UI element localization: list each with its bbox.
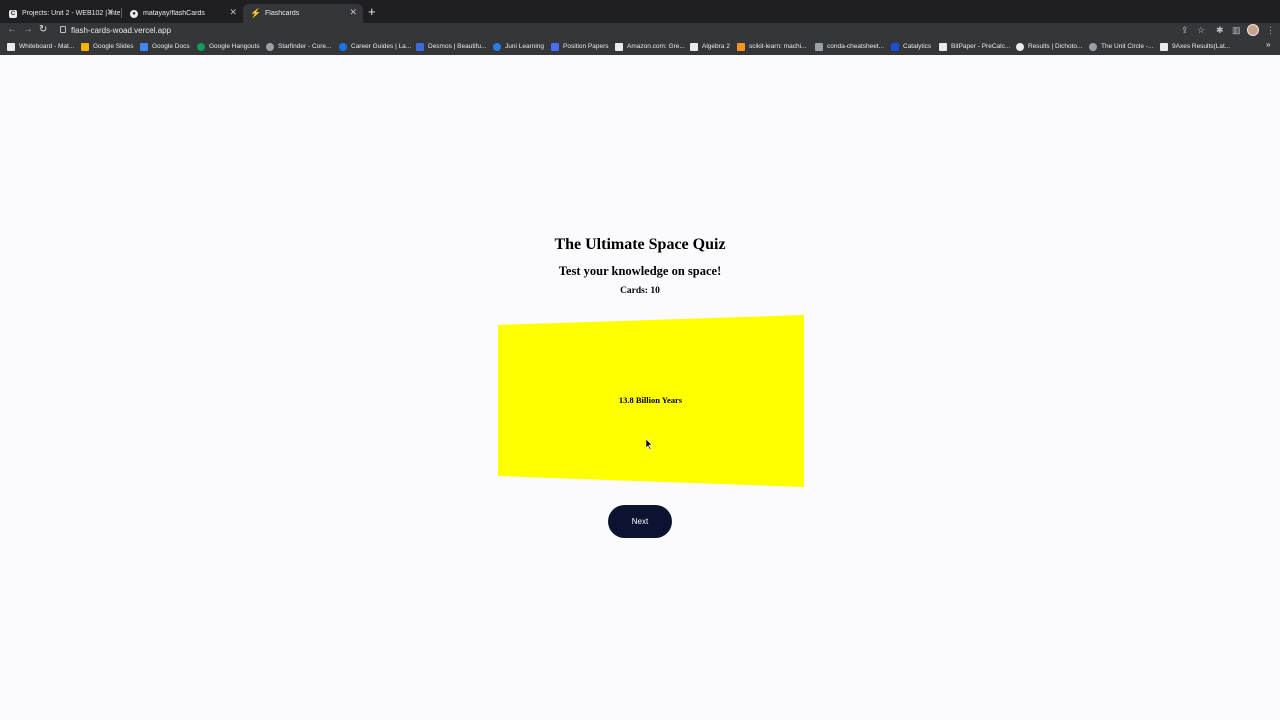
- globe-icon: [266, 42, 274, 51]
- hangouts-icon: [197, 42, 205, 51]
- bookmark-item[interactable]: Desmos | Beautifu...: [416, 41, 486, 52]
- close-icon[interactable]: ✕: [106, 7, 114, 18]
- tab-codepath[interactable]: C Projects: Unit 2 - WEB102 | Inte ✕: [0, 4, 120, 23]
- bookmark-item[interactable]: 9Axes Results(Lat...: [1160, 41, 1230, 52]
- mouse-cursor-icon: [646, 439, 653, 451]
- bookmark-label: Juni Learning: [505, 43, 545, 50]
- extensions-icon[interactable]: ✱: [1216, 24, 1224, 36]
- page-content: The Ultimate Space Quiz Test your knowle…: [0, 55, 1280, 720]
- page-icon: [939, 42, 947, 51]
- reload-icon[interactable]: ↻: [39, 24, 47, 36]
- bookmark-label: Career Guides | La...: [351, 43, 412, 50]
- menu-icon[interactable]: ⋮: [1266, 24, 1275, 36]
- bookmark-label: Whiteboard - Mat...: [19, 43, 75, 50]
- tab-github[interactable]: ● matayay/flashCards ✕: [121, 4, 243, 23]
- bookmark-label: scikit-learn: machi...: [749, 43, 807, 50]
- bookmark-item[interactable]: BitPaper - PreCalc...: [939, 41, 1010, 52]
- back-icon[interactable]: ←: [7, 24, 17, 36]
- bookmark-item[interactable]: Catalytics: [891, 41, 931, 52]
- bookmark-item[interactable]: conda-cheatsheet...: [815, 41, 884, 52]
- bookmark-label: Algebra 2: [702, 43, 730, 50]
- lock-icon: [60, 26, 66, 33]
- bookmark-label: Google Slides: [93, 43, 134, 50]
- bookmark-item[interactable]: Career Guides | La...: [339, 41, 411, 52]
- bookmark-star-icon[interactable]: ☆: [1197, 24, 1205, 36]
- juni-icon: [493, 42, 501, 51]
- page-title: The Ultimate Space Quiz: [554, 236, 726, 253]
- codepath-icon: C: [9, 9, 17, 18]
- address-bar[interactable]: flash-cards-woad.vercel.app: [71, 25, 171, 36]
- bookmark-label: Amazon.com: Gre...: [627, 43, 685, 50]
- close-icon[interactable]: ✕: [349, 7, 357, 18]
- results-icon: [1016, 42, 1024, 51]
- bolt-icon: ⚡: [250, 8, 262, 18]
- profile-avatar[interactable]: [1247, 24, 1259, 36]
- career-icon: [339, 42, 347, 51]
- next-button[interactable]: Next: [608, 505, 672, 538]
- page-icon: [690, 42, 698, 51]
- bookmark-item[interactable]: Amazon.com: Gre...: [615, 41, 685, 52]
- bookmark-label: Google Docs: [152, 43, 190, 50]
- bookmark-item[interactable]: Google Docs: [140, 41, 190, 52]
- slides-icon: [81, 42, 89, 51]
- bookmark-label: Desmos | Beautifu...: [428, 43, 487, 50]
- bookmark-item[interactable]: Juni Learning: [493, 41, 544, 52]
- tab-title: matayay/flashCards: [143, 10, 205, 17]
- bookmark-label: The Unit Circle -...: [1101, 43, 1154, 50]
- close-icon[interactable]: ✕: [229, 7, 237, 18]
- tab-flashcards[interactable]: ⚡ Flashcards ✕: [243, 4, 363, 23]
- bookmark-label: Starfinder - Core...: [278, 43, 332, 50]
- desmos-icon: [416, 42, 424, 51]
- new-tab-icon[interactable]: +: [368, 4, 376, 20]
- flashcard-text: 13.8 Billion Years: [618, 395, 683, 405]
- bookmark-label: Catalytics: [903, 43, 932, 50]
- bookmark-item[interactable]: The Unit Circle -...: [1089, 41, 1153, 52]
- bookmark-label: BitPaper - PreCalc...: [951, 43, 1011, 50]
- globe-icon: [1089, 42, 1097, 51]
- bookmark-item[interactable]: Google Hangouts: [197, 41, 260, 52]
- papers-icon: [551, 42, 559, 51]
- page-icon: [1160, 42, 1168, 51]
- page-subtitle: Test your knowledge on space!: [558, 264, 722, 278]
- bookmark-favicon: [7, 42, 15, 51]
- toolbar: ← → ↻ flash-cards-woad.vercel.app ⇪ ☆ ✱ …: [0, 23, 1280, 38]
- github-icon: ●: [130, 9, 138, 18]
- amazon-icon: [615, 42, 623, 51]
- catalytics-icon: [891, 42, 899, 51]
- docs-icon: [140, 42, 148, 51]
- document-icon: [815, 42, 823, 51]
- bookmark-item[interactable]: Whiteboard - Mat...: [7, 41, 74, 52]
- forward-icon[interactable]: →: [23, 24, 33, 36]
- bookmark-label: Position Papers: [563, 43, 609, 50]
- browser-chrome: C Projects: Unit 2 - WEB102 | Inte ✕ ● m…: [0, 0, 1280, 55]
- bookmark-item[interactable]: scikit-learn: machi...: [737, 41, 806, 52]
- bookmark-label: Google Hangouts: [209, 43, 260, 50]
- sidepanel-icon[interactable]: ▥: [1232, 24, 1241, 36]
- sklearn-icon: [737, 42, 745, 51]
- tab-title: Flashcards: [265, 10, 300, 17]
- bookmark-item[interactable]: Results | Dichoto...: [1016, 41, 1082, 52]
- bookmark-item[interactable]: Google Slides: [81, 41, 133, 52]
- tab-title: Projects: Unit 2 - WEB102 | Inte: [22, 10, 120, 17]
- bookmarks-bar: Whiteboard - Mat... Google Slides Google…: [0, 38, 1280, 55]
- bookmarks-overflow-icon[interactable]: »: [1266, 40, 1270, 49]
- bookmark-item[interactable]: Position Papers: [551, 41, 609, 52]
- share-icon[interactable]: ⇪: [1181, 24, 1189, 36]
- tab-strip: C Projects: Unit 2 - WEB102 | Inte ✕ ● m…: [0, 0, 1280, 23]
- bookmark-item[interactable]: Starfinder - Core...: [266, 41, 331, 52]
- cards-count: Cards: 10: [620, 286, 660, 296]
- bookmark-item[interactable]: Algebra 2: [690, 41, 730, 52]
- bookmark-label: 9Axes Results(Lat...: [1172, 43, 1231, 50]
- bookmark-label: Results | Dichoto...: [1028, 43, 1083, 50]
- bookmark-label: conda-cheatsheet...: [827, 43, 885, 50]
